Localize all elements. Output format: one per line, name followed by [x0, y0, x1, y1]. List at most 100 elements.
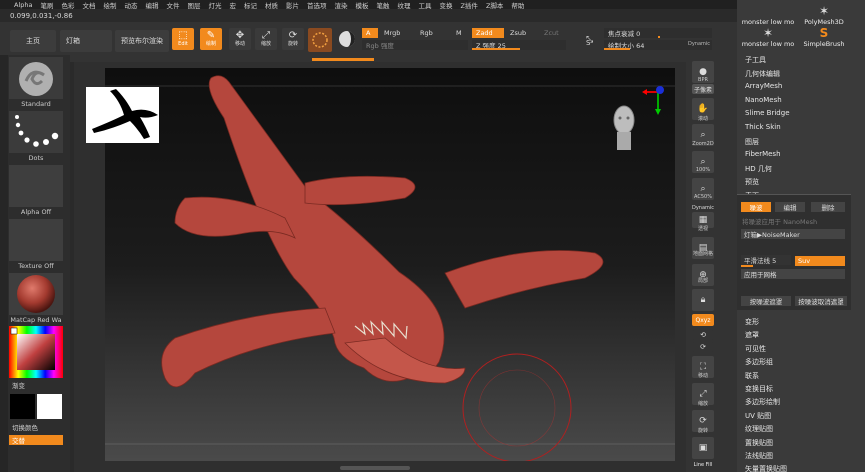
menu-item[interactable]: 工具	[414, 0, 435, 10]
menu-item[interactable]: 笔触	[372, 0, 393, 10]
tool-menu-item[interactable]: FiberMesh	[745, 150, 781, 158]
menu-item[interactable]: 宏	[225, 0, 240, 10]
tool-menu-item[interactable]: 几何体编辑	[745, 69, 780, 79]
switch-color-label[interactable]: 切换颜色	[12, 422, 38, 432]
main-color-swatch[interactable]	[10, 394, 35, 419]
document-viewport[interactable]	[105, 68, 675, 461]
tool-menu-item[interactable]: 联系	[745, 371, 759, 381]
menu-item[interactable]: 图层	[183, 0, 204, 10]
tool-menu-item[interactable]: 变换目标	[745, 384, 773, 394]
draw-button[interactable]: ✎ 绘制	[200, 28, 222, 50]
noisemaker-button[interactable]: 灯箱▶NoiseMaker	[741, 229, 845, 239]
tool-menu-item[interactable]: ArrayMesh	[745, 82, 782, 90]
tool-thumb-simplebrush[interactable]: S SimpleBrush	[797, 22, 851, 48]
menu-item[interactable]: 纹理	[393, 0, 414, 10]
tool-menu-item[interactable]: 多边形组	[745, 357, 773, 367]
tool-menu-item[interactable]: Thick Skin	[745, 123, 781, 131]
alpha-thumb[interactable]	[9, 165, 63, 207]
tool-menu-item[interactable]: UV 贴图	[745, 411, 771, 421]
mask-by-noise-button[interactable]: 按噪波遮罩	[741, 296, 791, 306]
left-edge-tray[interactable]	[0, 55, 8, 472]
secondary-color-swatch[interactable]	[37, 394, 62, 419]
a-toggle[interactable]: A	[362, 28, 378, 38]
mrgb-toggle[interactable]: Mrgb	[380, 28, 414, 38]
dots-stroke-thumb[interactable]	[9, 111, 63, 153]
menu-item[interactable]: 文档	[78, 0, 99, 10]
tool-menu-item[interactable]: NanoMesh	[745, 96, 782, 104]
y-axis-toggle[interactable]: ⟲	[692, 330, 714, 340]
menu-item[interactable]: 灯光	[204, 0, 225, 10]
xyz-rotation-button[interactable]: Qxyz	[692, 314, 714, 326]
lock-button[interactable]: 🔒︎	[692, 289, 714, 311]
tool-menu-item[interactable]: 纹理贴图	[745, 424, 773, 434]
menu-item[interactable]: 影片	[282, 0, 303, 10]
menu-item[interactable]: 编辑	[141, 0, 162, 10]
axis-gizmo[interactable]	[634, 84, 670, 120]
bpr-button[interactable]: 预览布尔渲染	[115, 30, 169, 52]
bottom-tray-handle[interactable]	[340, 466, 410, 470]
subpixel-button[interactable]: 子像素	[692, 84, 714, 94]
dynamic-label[interactable]: Dynamic	[688, 41, 710, 47]
lightbox-button[interactable]: 灯箱	[60, 30, 112, 52]
delete-noise-button[interactable]: 删除	[811, 202, 845, 212]
tool-menu-item[interactable]: 矢量置换贴图	[745, 464, 787, 472]
material-icon-button[interactable]	[336, 28, 358, 50]
tool-menu-item[interactable]: 遮罩	[745, 330, 759, 340]
standard-brush-thumb[interactable]	[9, 57, 63, 99]
polyframe-button[interactable]: ▣	[692, 437, 714, 459]
menu-item[interactable]: Z插件	[456, 0, 481, 10]
unmask-by-noise-button[interactable]: 按噪波取消遮罩	[795, 296, 847, 306]
menu-item[interactable]: 动态	[120, 0, 141, 10]
texture-thumb[interactable]	[9, 219, 63, 261]
tool-menu-item[interactable]: 多边形绘制	[745, 397, 780, 407]
m-toggle[interactable]: M	[452, 28, 468, 38]
tool-menu-item[interactable]: HD 几何	[745, 164, 772, 174]
menu-item[interactable]: Alpha	[10, 1, 36, 9]
noise-button[interactable]: 噪波	[741, 202, 771, 212]
tool-menu-item[interactable]: 变形	[745, 317, 759, 327]
silhouette-thumbnail[interactable]	[86, 87, 159, 143]
z-axis-toggle[interactable]: ⟳	[692, 342, 714, 352]
tool-menu-item[interactable]: 法线贴图	[745, 451, 773, 461]
tool-menu-item[interactable]: 图层	[745, 137, 759, 147]
gradient-label[interactable]: 渐变	[12, 380, 25, 390]
z-intensity-slider[interactable]: Z 强度 25	[472, 40, 566, 50]
edit-button[interactable]: ⬚ Edit	[172, 28, 194, 50]
menu-item[interactable]: 标记	[240, 0, 261, 10]
menu-item[interactable]: 变换	[435, 0, 456, 10]
dynamic-persp-label[interactable]: Dynamic	[688, 205, 718, 211]
menu-item[interactable]: 模板	[351, 0, 372, 10]
menu-item[interactable]: 渲染	[330, 0, 351, 10]
smooth-normal-slider[interactable]: 平滑法线 5	[741, 255, 791, 265]
tool-menu-item[interactable]: 置换贴图	[745, 438, 773, 448]
zadd-toggle[interactable]: Zadd	[472, 28, 504, 38]
stroke-icon-button[interactable]	[308, 28, 332, 52]
menu-item[interactable]: 材质	[261, 0, 282, 10]
alternate-button[interactable]: 交替	[9, 435, 63, 445]
focal-shift-slider[interactable]: 焦点衰减 0	[604, 28, 712, 38]
menu-item[interactable]: Z脚本	[482, 0, 507, 10]
linefill-label[interactable]: Line Fill	[688, 462, 718, 468]
matcap-thumb[interactable]	[9, 273, 63, 315]
menu-item[interactable]: 文件	[162, 0, 183, 10]
edit-noise-button[interactable]: 编辑	[775, 202, 805, 212]
menu-item[interactable]: 绘制	[99, 0, 120, 10]
apply-to-mesh-button[interactable]: 应用于网格	[741, 269, 845, 279]
menu-item[interactable]: 首选项	[303, 0, 331, 10]
noise-to-nanomesh[interactable]: 将噪波应用于 NanoMesh	[742, 216, 817, 226]
color-picker[interactable]	[9, 326, 63, 378]
menu-item[interactable]: 帮助	[507, 0, 528, 10]
tool-menu-item[interactable]: 可见性	[745, 344, 766, 354]
tool-thumb-monster-2[interactable]: ✶ monster low mo	[741, 22, 795, 48]
suv-button[interactable]: Suv	[795, 256, 845, 266]
scale-button[interactable]: ⤢ 缩放	[255, 28, 277, 50]
move-button[interactable]: ✥ 移动	[229, 28, 251, 50]
rgb-toggle[interactable]: Rgb	[416, 28, 450, 38]
menu-item[interactable]: 笔刷	[36, 0, 57, 10]
zsub-toggle[interactable]: Zsub	[506, 28, 536, 38]
menu-item[interactable]: 色彩	[57, 0, 78, 10]
rgb-intensity-slider[interactable]: Rgb 强度	[362, 40, 468, 50]
main-button[interactable]: 主页	[10, 30, 56, 52]
tool-menu-item[interactable]: 预览	[745, 177, 759, 187]
zcut-toggle[interactable]: Zcut	[540, 28, 566, 38]
